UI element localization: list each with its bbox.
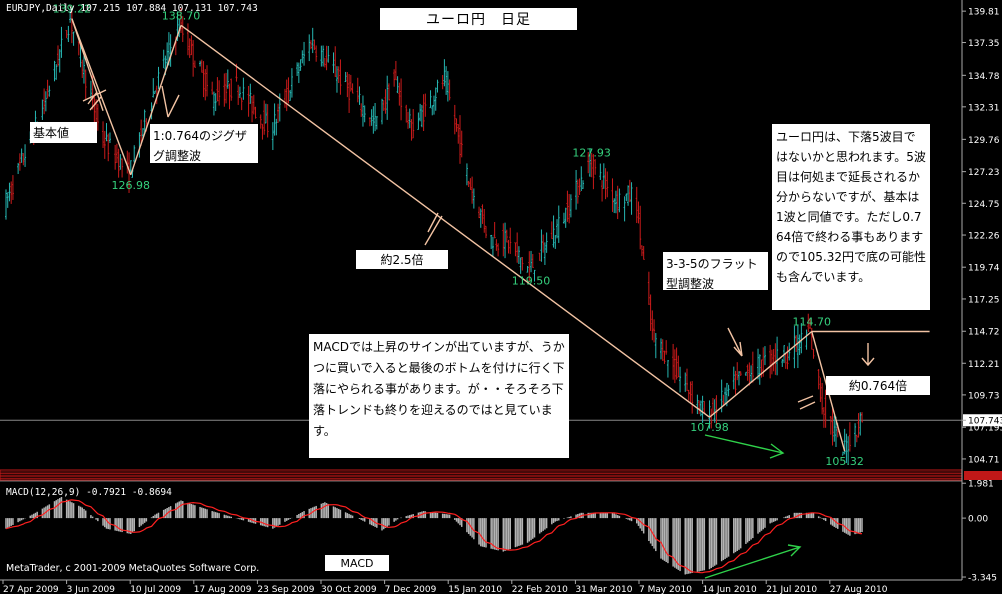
annotation-yaku0764: 約0.764倍 (826, 376, 930, 395)
x-tick-label: 23 Sep 2009 (257, 585, 314, 594)
price-label: 127.93 (572, 147, 611, 160)
annotation-flat-text: 3-3-5のフラット型調整波 (666, 257, 758, 291)
x-tick-label: 14 Jun 2010 (703, 585, 757, 594)
x-tick-label: 31 Mar 2010 (575, 585, 632, 594)
x-tick-label: 3 Jun 2009 (67, 585, 116, 594)
macd-y-tick-label: 1.981 (968, 480, 994, 490)
x-tick-label: 21 Jul 2010 (766, 585, 817, 594)
symbol-header: EURJPY,Daily 107.215 107.884 107.131 107… (6, 3, 258, 14)
annotation-zigzag-text: 1:0.764のジグザグ調整波 (153, 129, 248, 163)
annotation-zigzag: 1:0.764のジグザグ調整波 (150, 124, 258, 163)
chart-title: ユーロ円 日足 (426, 12, 531, 28)
y-tick-label: 122.26 (968, 232, 1000, 242)
annotation-yaku0764-text: 約0.764倍 (848, 379, 908, 393)
x-tick-label: 17 Aug 2009 (194, 585, 252, 594)
y-tick-label: 134.78 (968, 72, 1000, 82)
x-tick-label: 30 Oct 2009 (321, 585, 377, 594)
annotation-kihonchi-text: 基本値 (33, 126, 70, 140)
y-tick-label: 114.72 (968, 328, 1000, 338)
price-label: 114.70 (792, 315, 831, 328)
macd-y-tick-label: -3.345 (968, 574, 997, 584)
annotation-yaku25: 約2.5倍 (356, 250, 448, 269)
comment-macd-box: MACDでは上昇のサインが出ていますが、うかつに買いで入ると最後のボトムを付けに… (309, 334, 569, 458)
comment-right-box: ユーロ円は、下落5波目ではないかと思われます。5波目は何処まで延長されるか分から… (772, 124, 930, 310)
y-tick-label: 129.76 (968, 136, 1000, 146)
y-tick-label: 119.74 (968, 264, 1000, 274)
price-label: 126.98 (112, 179, 151, 192)
x-tick-label: 10 Jul 2009 (130, 585, 181, 594)
y-tick-label: 112.21 (968, 360, 1000, 370)
annotation-yaku25-text: 約2.5倍 (380, 253, 424, 267)
price-label: 119.50 (512, 274, 551, 287)
copyright: MetaTrader, c 2001-2009 MetaQuotes Softw… (6, 563, 260, 574)
price-label: 107.98 (690, 421, 729, 434)
price-label: 105.32 (825, 455, 864, 468)
x-tick-label: 27 Aug 2010 (830, 585, 888, 594)
indicator-band-axis-marker (964, 471, 1002, 480)
y-tick-label: 132.31 (968, 103, 1000, 113)
mt4-chart-window: 139.22 138.70 126.98 127.93 119.50 107.98 114.… (0, 0, 1002, 594)
macd-y-tick-label: 0.00 (968, 515, 988, 525)
y-tick-label: 127.23 (968, 168, 1000, 178)
annotation-flat: 3-3-5のフラット型調整波 (663, 252, 768, 291)
annotation-kihonchi: 基本値 (30, 122, 97, 143)
y-tick-label: 117.25 (968, 295, 1000, 305)
x-tick-label: 7 May 2010 (639, 585, 692, 594)
comment-macd-text: MACDでは上昇のサインが出ていますが、うかつに買いで入ると最後のボトムを付けに… (313, 340, 565, 438)
macd-label: MACD (340, 556, 374, 570)
macd-header: MACD(12,26,9) -0.7921 -0.8694 (6, 487, 172, 498)
y-tick-label: 139.81 (968, 8, 1000, 18)
x-tick-label: 15 Jan 2010 (448, 585, 502, 594)
x-tick-label: 22 Feb 2010 (512, 585, 568, 594)
y-tick-label: 107.195 (968, 424, 1002, 434)
chart-title-box: ユーロ円 日足 (380, 8, 577, 30)
comment-right-text: ユーロ円は、下落5波目ではないかと思われます。5波目は何処まで延長されるか分から… (776, 130, 926, 284)
x-tick-label: 7 Dec 2009 (385, 585, 437, 594)
y-tick-label: 109.73 (968, 391, 1000, 401)
x-tick-label: 27 Apr 2009 (3, 585, 59, 594)
y-tick-label: 137.35 (968, 39, 1000, 49)
macd-label-box: MACD (325, 555, 389, 571)
y-tick-label: 124.75 (968, 200, 1000, 210)
y-tick-label: 104.71 (968, 455, 1000, 465)
